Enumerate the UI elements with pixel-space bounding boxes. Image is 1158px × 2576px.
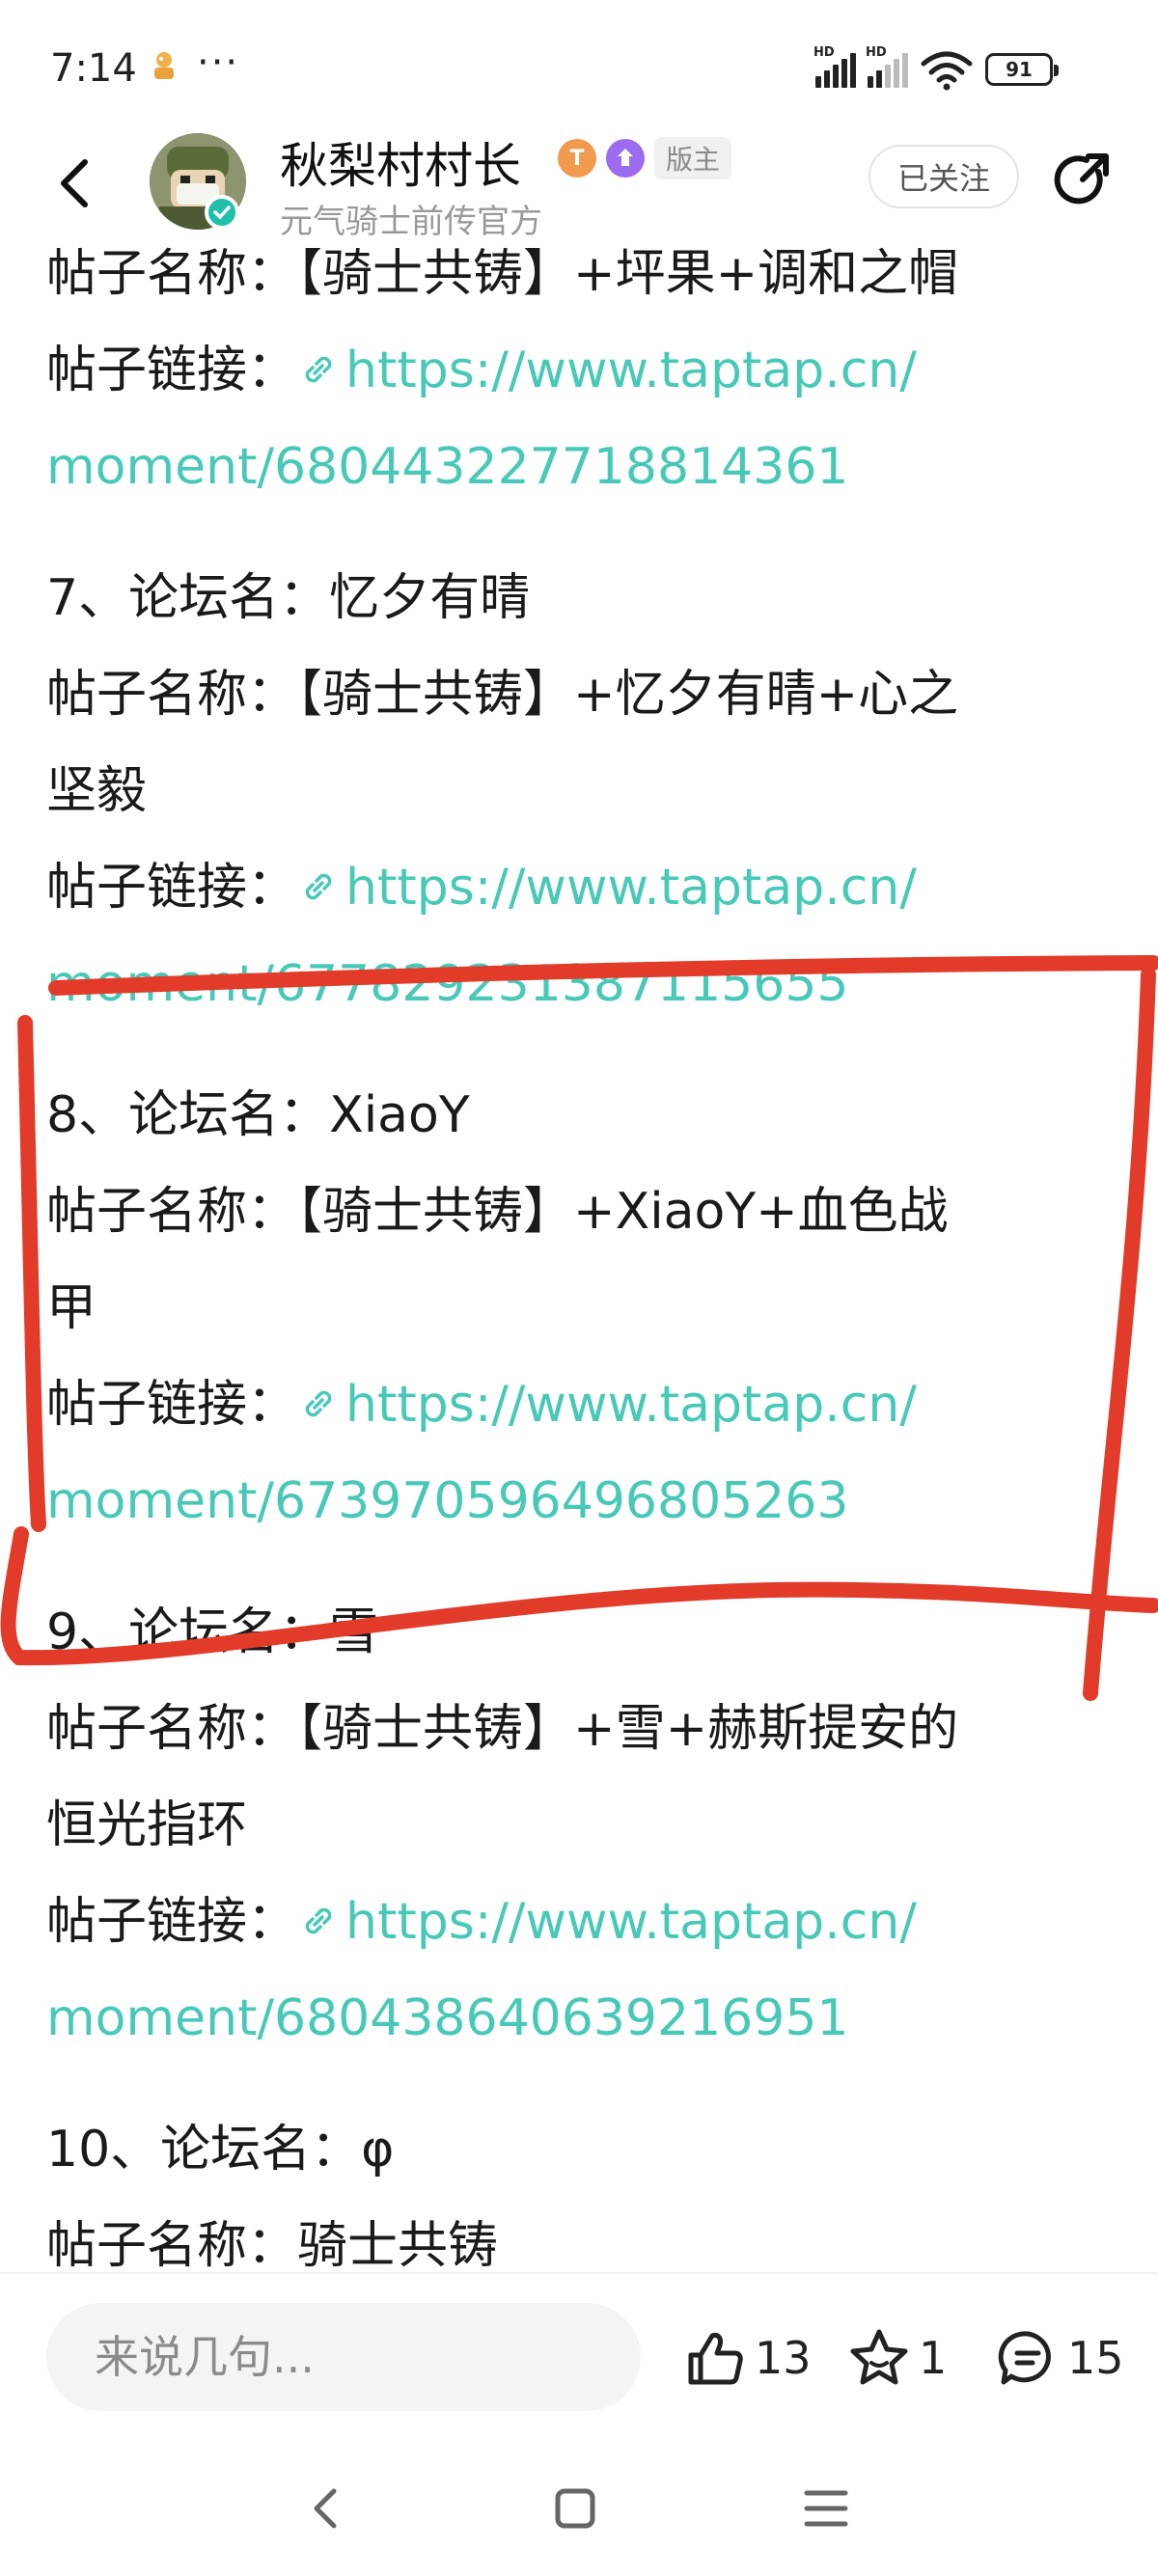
app-notification-icon (154, 52, 174, 79)
post-title-line: 帖子名称：【骑士共铸】+忆夕有晴+心之 (46, 666, 959, 724)
level-badge-icon: T (558, 139, 596, 178)
comment-input[interactable] (46, 2303, 641, 2411)
like-button[interactable]: 13 (683, 2324, 812, 2392)
nav-back-icon[interactable] (297, 2480, 355, 2537)
link-label: 帖子链接： (46, 1376, 298, 1434)
favorite-count: 1 (919, 2332, 948, 2384)
post-title-line: 帖子名称：【骑士共铸】+雪+赫斯提安的 (46, 1700, 959, 1758)
signal-hd-label: HD (813, 45, 835, 60)
favorite-button[interactable]: 1 (847, 2324, 947, 2392)
post-link-line: 帖子链接： https://www.taptap.cn/ (46, 322, 1117, 419)
author-name[interactable]: 秋梨村村长 (280, 127, 521, 197)
moderator-badge: 版主 (654, 137, 732, 179)
back-arrow-icon[interactable] (46, 154, 104, 212)
star-icon (850, 2329, 908, 2385)
post-url-continued[interactable]: moment/673970596496805263 (46, 1453, 1117, 1549)
follow-button[interactable]: 已关注 (868, 145, 1019, 208)
link-label: 帖子链接： (46, 1893, 298, 1951)
thumbs-up-icon (688, 2333, 743, 2385)
author-subtitle: 元气骑士前传官方 (280, 203, 542, 241)
comment-button[interactable]: 15 (996, 2324, 1124, 2392)
signal-icon-2: HD (866, 45, 908, 88)
forum-name-line: 9、论坛名：雪 (46, 1603, 380, 1661)
post-body: 帖子名称：【骑士共铸】+坪果+调和之帽 帖子链接： https://www.tap… (46, 226, 1117, 2294)
system-navigation-bar (0, 2441, 1158, 2576)
signal-icon: HD (813, 45, 856, 88)
post-header: 秋梨村村长 T 版主 元气骑士前传官方 已关注 (0, 125, 1158, 241)
post-url-continued[interactable]: moment/680443227718814361 (46, 419, 1117, 515)
nav-home-icon[interactable] (546, 2480, 604, 2537)
link-icon (305, 1390, 332, 1417)
post-url[interactable]: https://www.taptap.cn/ (345, 1893, 917, 1951)
link-icon (305, 356, 332, 383)
post-link-line: 帖子链接： https://www.taptap.cn/ (46, 1357, 1117, 1453)
link-icon (305, 873, 332, 900)
post-url-continued[interactable]: moment/677829231387115655 (46, 936, 1117, 1032)
post-url-continued[interactable]: moment/680438640639216951 (46, 1970, 1117, 2067)
more-notifications-icon: ··· (197, 41, 240, 85)
forum-name-line: 7、论坛名：忆夕有晴 (46, 569, 531, 627)
forum-name-line: 8、论坛名：XiaoY (46, 1086, 470, 1144)
post-title-continued: 甲 (46, 1279, 97, 1337)
comment-bubble-icon (998, 2331, 1051, 2385)
verified-badge-icon (205, 195, 239, 230)
post-url[interactable]: https://www.taptap.cn/ (345, 342, 917, 399)
like-count: 13 (755, 2332, 812, 2384)
share-icon[interactable] (1050, 149, 1114, 212)
wifi-icon (921, 51, 973, 91)
post-title-continued: 坚毅 (46, 762, 148, 820)
nav-menu-icon[interactable] (797, 2480, 855, 2537)
post-link-line: 帖子链接： https://www.taptap.cn/ (46, 1874, 1117, 1970)
link-label: 帖子链接： (46, 859, 298, 917)
post-url[interactable]: https://www.taptap.cn/ (345, 859, 917, 917)
battery-icon: 91 (985, 53, 1059, 86)
signal-hd-label-2: HD (866, 45, 887, 60)
post-title-continued: 恒光指环 (46, 1796, 248, 1854)
status-time: 7:14 (50, 46, 137, 91)
forum-name-line: 10、论坛名：φ (46, 2121, 395, 2179)
post-title-line: 帖子名称：【骑士共铸】+XiaoY+血色战 (46, 1183, 949, 1241)
post-link-line: 帖子链接： https://www.taptap.cn/ (46, 839, 1117, 936)
comment-count: 15 (1067, 2332, 1124, 2384)
status-bar: 7:14 ··· HD HD 91 (0, 0, 1158, 135)
link-icon (305, 1907, 332, 1934)
official-badge-icon (606, 139, 645, 178)
link-label: 帖子链接： (46, 342, 298, 399)
post-url[interactable]: https://www.taptap.cn/ (345, 1376, 917, 1434)
bottom-action-bar: 13 1 15 (0, 2272, 1158, 2441)
